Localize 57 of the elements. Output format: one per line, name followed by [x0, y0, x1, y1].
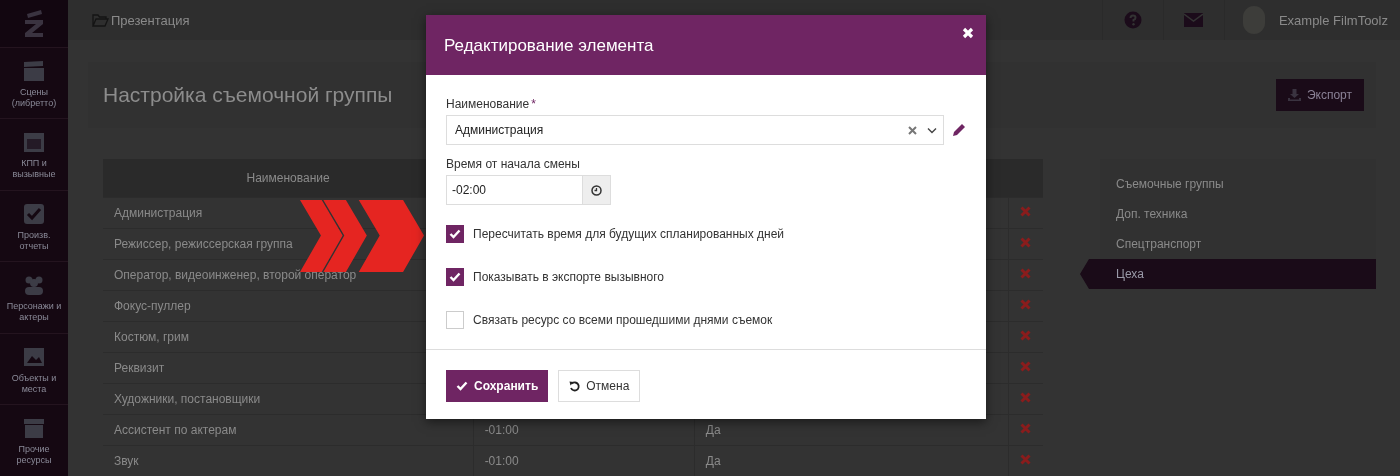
table-cell: Да [705, 454, 721, 468]
delete-icon[interactable] [1020, 299, 1032, 310]
sidebar-item[interactable]: КПП и вызывные [0, 118, 68, 190]
dialog-title: Редактирование элемента [444, 36, 654, 56]
checkbox-icon [23, 202, 45, 225]
folder-icon [92, 13, 109, 27]
save-button[interactable]: Сохранить [446, 370, 549, 402]
checkbox[interactable] [446, 268, 464, 286]
delete-icon[interactable] [1020, 423, 1032, 434]
delete-icon[interactable] [1020, 206, 1032, 217]
delete-icon[interactable] [1020, 268, 1032, 279]
undo-icon [569, 380, 581, 392]
menu-item[interactable]: Съемочные группы [1100, 169, 1376, 199]
clear-icon[interactable] [908, 125, 917, 135]
table-cell: -01:00 [484, 423, 519, 437]
pencil-icon[interactable] [952, 123, 966, 137]
time-field[interactable]: -02:00 [446, 175, 611, 205]
chevron-down-icon[interactable] [927, 126, 937, 134]
sidebar-item[interactable]: Объекты и места [0, 332, 68, 405]
clapperboard-icon [23, 59, 45, 82]
table-cell: Да [705, 423, 721, 437]
export-button[interactable]: Экспорт [1275, 79, 1364, 111]
menu-item[interactable]: Цеха [1080, 259, 1376, 289]
name-select[interactable]: Администрация [446, 115, 944, 145]
checkbox-label: Связать ресурс со всеми прошедшими днями съемок [473, 313, 773, 327]
mail-icon[interactable] [1184, 13, 1204, 27]
table-cell: Звук [103, 445, 474, 476]
checkbox-label: Пересчитать время для будущих спланированных дней [473, 227, 785, 241]
delete-icon[interactable] [1020, 454, 1032, 465]
close-icon[interactable] [962, 27, 974, 39]
breadcrumb-link[interactable]: Презентация [92, 12, 190, 28]
delete-icon[interactable] [1020, 392, 1032, 403]
check-icon [456, 381, 468, 391]
people-icon [23, 274, 45, 297]
page-title: Настройка съемочной группы [103, 83, 393, 107]
delete-icon[interactable] [1020, 330, 1032, 341]
calendar-icon [23, 131, 45, 154]
clock-icon[interactable] [591, 184, 602, 196]
checkbox-label: Показывать в экспорте вызывного [473, 270, 664, 284]
sidebar-item[interactable]: Персонажи и актеры [0, 261, 68, 333]
menu-item[interactable]: Доп. техника [1100, 199, 1376, 229]
picture-icon [23, 345, 45, 368]
sidebar-item[interactable]: Произв. отчеты [0, 189, 68, 262]
help-icon[interactable] [1123, 11, 1142, 29]
menu-item[interactable]: Спецтранспорт [1100, 229, 1376, 259]
checkbox[interactable] [446, 225, 464, 243]
sidebar-item[interactable]: Сцены (либретто) [0, 46, 68, 119]
delete-icon[interactable] [1020, 237, 1032, 248]
download-icon [1287, 89, 1301, 101]
sidebar-item[interactable]: Прочие ресурсы [0, 404, 68, 476]
user-name[interactable]: Example FilmToolz [1278, 12, 1388, 28]
cancel-button[interactable]: Отмена [558, 370, 641, 402]
delete-icon[interactable] [1020, 361, 1032, 372]
required-mark: * [531, 97, 536, 111]
archive-icon [23, 417, 45, 440]
field-label: Наименование [446, 97, 530, 111]
table-cell: -01:00 [484, 454, 519, 468]
